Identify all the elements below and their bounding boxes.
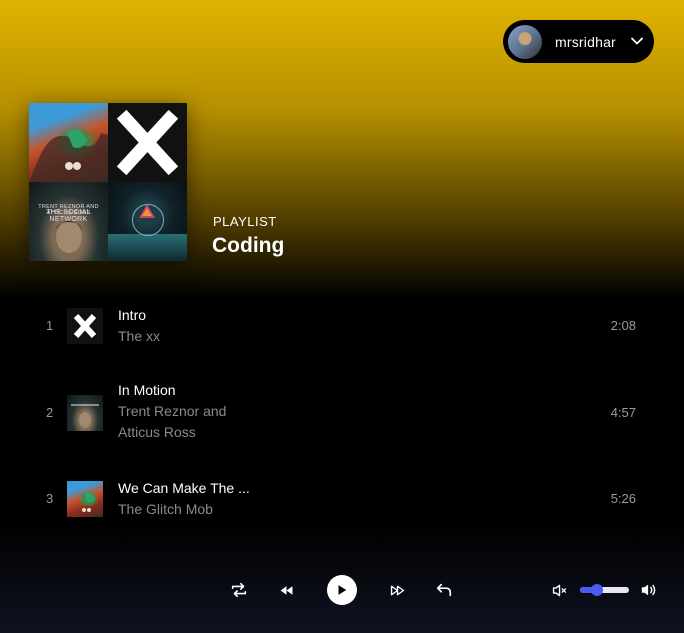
volume-button[interactable] bbox=[639, 580, 659, 600]
track-artist[interactable]: The Glitch Mob bbox=[118, 499, 258, 520]
track-number: 3 bbox=[46, 491, 54, 506]
track-artist[interactable]: Trent Reznor and Atticus Ross bbox=[118, 401, 258, 443]
track-duration: 5:26 bbox=[610, 491, 636, 506]
next-button[interactable] bbox=[387, 580, 407, 600]
user-menu-button[interactable]: mrsridhar bbox=[503, 20, 654, 63]
chevron-down-icon bbox=[631, 37, 643, 45]
back-icon bbox=[436, 583, 452, 597]
track-artwork bbox=[67, 481, 103, 517]
track-title: In Motion bbox=[118, 382, 176, 398]
user-name: mrsridhar bbox=[555, 33, 616, 50]
back-button[interactable] bbox=[434, 580, 454, 600]
mute-icon bbox=[552, 584, 566, 596]
track-artist[interactable]: The xx bbox=[118, 326, 258, 347]
track-title: Intro bbox=[118, 307, 147, 323]
previous-icon bbox=[280, 585, 292, 595]
playlist-type-label: PLAYLIST bbox=[213, 214, 277, 229]
cover-tile-the-xx bbox=[108, 103, 187, 182]
cover-tile-fourth bbox=[108, 182, 187, 261]
cover-tile-social-network: TRENT REZNOR AND ATTICUS ROSS THE SOCIAL… bbox=[29, 182, 108, 261]
playlist-cover: TRENT REZNOR AND ATTICUS ROSS THE SOCIAL… bbox=[29, 103, 187, 261]
repeat-button[interactable] bbox=[229, 580, 249, 600]
volume-icon bbox=[641, 584, 656, 596]
repeat-icon bbox=[231, 582, 247, 598]
track-title: We Can Make The ... bbox=[118, 480, 250, 496]
next-icon bbox=[390, 585, 404, 595]
track-artwork bbox=[67, 395, 103, 431]
volume-thumb[interactable] bbox=[591, 584, 604, 596]
playlist-title: Coding bbox=[212, 234, 285, 257]
app-window: mrsridhar TRENT REZNOR AND ATTICUS ROSS … bbox=[0, 0, 684, 633]
cover-tile-glitch-mob bbox=[29, 103, 108, 182]
track-number: 1 bbox=[46, 318, 54, 333]
play-button[interactable] bbox=[327, 575, 357, 605]
previous-button[interactable] bbox=[276, 580, 296, 600]
track-row[interactable]: 2 In Motion Trent Reznor and Atticus Ros… bbox=[0, 379, 684, 445]
track-row[interactable]: 1 Intro The xx 2:08 bbox=[0, 303, 684, 353]
track-row[interactable]: 3 We Can Make The ... The Glitch Mob 5:2… bbox=[0, 476, 684, 526]
mute-button[interactable] bbox=[549, 580, 569, 600]
avatar bbox=[508, 24, 542, 59]
volume-slider[interactable] bbox=[580, 584, 629, 596]
track-artwork bbox=[67, 308, 103, 344]
play-icon bbox=[338, 585, 347, 595]
track-duration: 2:08 bbox=[610, 318, 636, 333]
track-number: 2 bbox=[46, 405, 54, 420]
track-duration: 4:57 bbox=[610, 405, 636, 420]
